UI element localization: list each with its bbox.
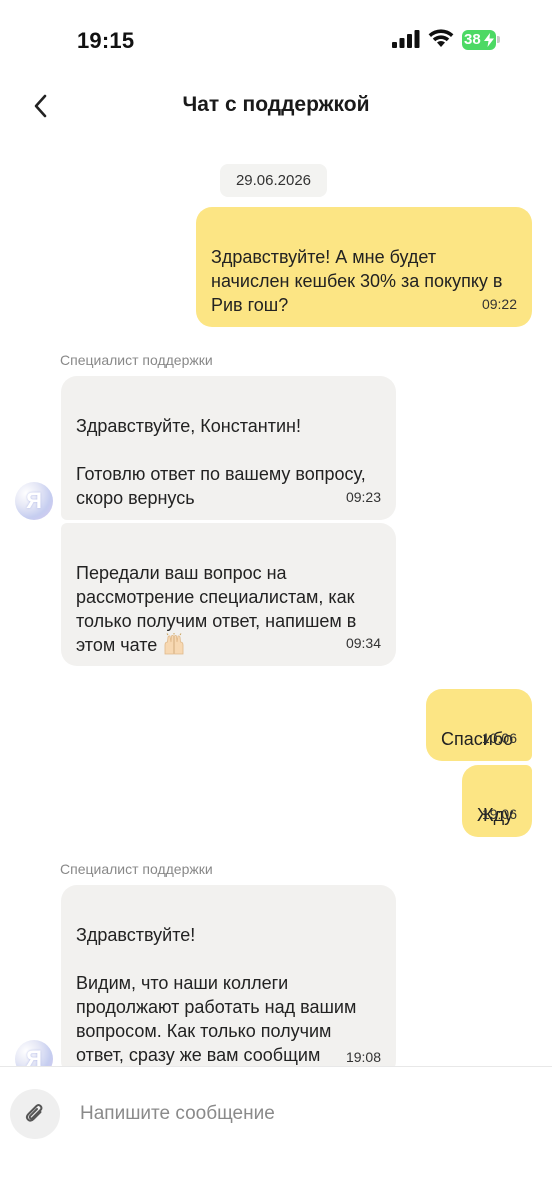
message-time: 10:06: [481, 730, 517, 746]
message-time: 09:22: [481, 296, 517, 312]
wifi-icon: [428, 29, 454, 47]
date-separator: 29.06.2026: [220, 164, 327, 197]
charging-bolt-icon: [484, 33, 494, 47]
attach-button[interactable]: [10, 1089, 60, 1139]
paperclip-icon: [25, 1104, 43, 1122]
message-time: 19:06: [481, 806, 517, 822]
page-title: Чат с поддержкой: [182, 93, 370, 116]
message-text: Здравствуйте, Константин! Готовлю ответ …: [76, 416, 366, 508]
message-input[interactable]: [80, 1097, 520, 1131]
message-incoming[interactable]: Передали ваш вопрос на рассмотрение спец…: [61, 523, 396, 666]
sender-name: Специалист поддержки: [60, 352, 213, 368]
message-outgoing[interactable]: Здравствуйте! А мне будет начислен кешбе…: [196, 207, 532, 327]
message-text: Здравствуйте! А мне будет начислен кешбе…: [211, 247, 503, 315]
message-text: Передали ваш вопрос на рассмотрение спец…: [76, 563, 357, 655]
message-outgoing[interactable]: Спасибо 10:06: [426, 689, 532, 761]
message-incoming[interactable]: Здравствуйте! Видим, что наши коллеги пр…: [61, 885, 396, 1077]
status-bar: 19:15 38: [0, 0, 552, 80]
nav-bar: Чат с поддержкой: [0, 80, 552, 132]
status-time: 19:15: [77, 28, 135, 53]
message-composer: [0, 1066, 552, 1200]
sender-name: Специалист поддержки: [60, 861, 213, 877]
raising-hands-icon: [164, 633, 184, 655]
message-time: 09:23: [345, 489, 381, 505]
message-time: 09:34: [345, 635, 381, 651]
message-incoming[interactable]: Здравствуйте, Константин! Готовлю ответ …: [61, 376, 396, 520]
support-avatar: Я: [15, 482, 53, 520]
message-outgoing[interactable]: Жду 19:06: [462, 765, 532, 837]
message-text: Здравствуйте! Видим, что наши коллеги пр…: [76, 925, 357, 1065]
cellular-signal-icon: [392, 30, 420, 48]
battery-tip: [497, 36, 500, 43]
